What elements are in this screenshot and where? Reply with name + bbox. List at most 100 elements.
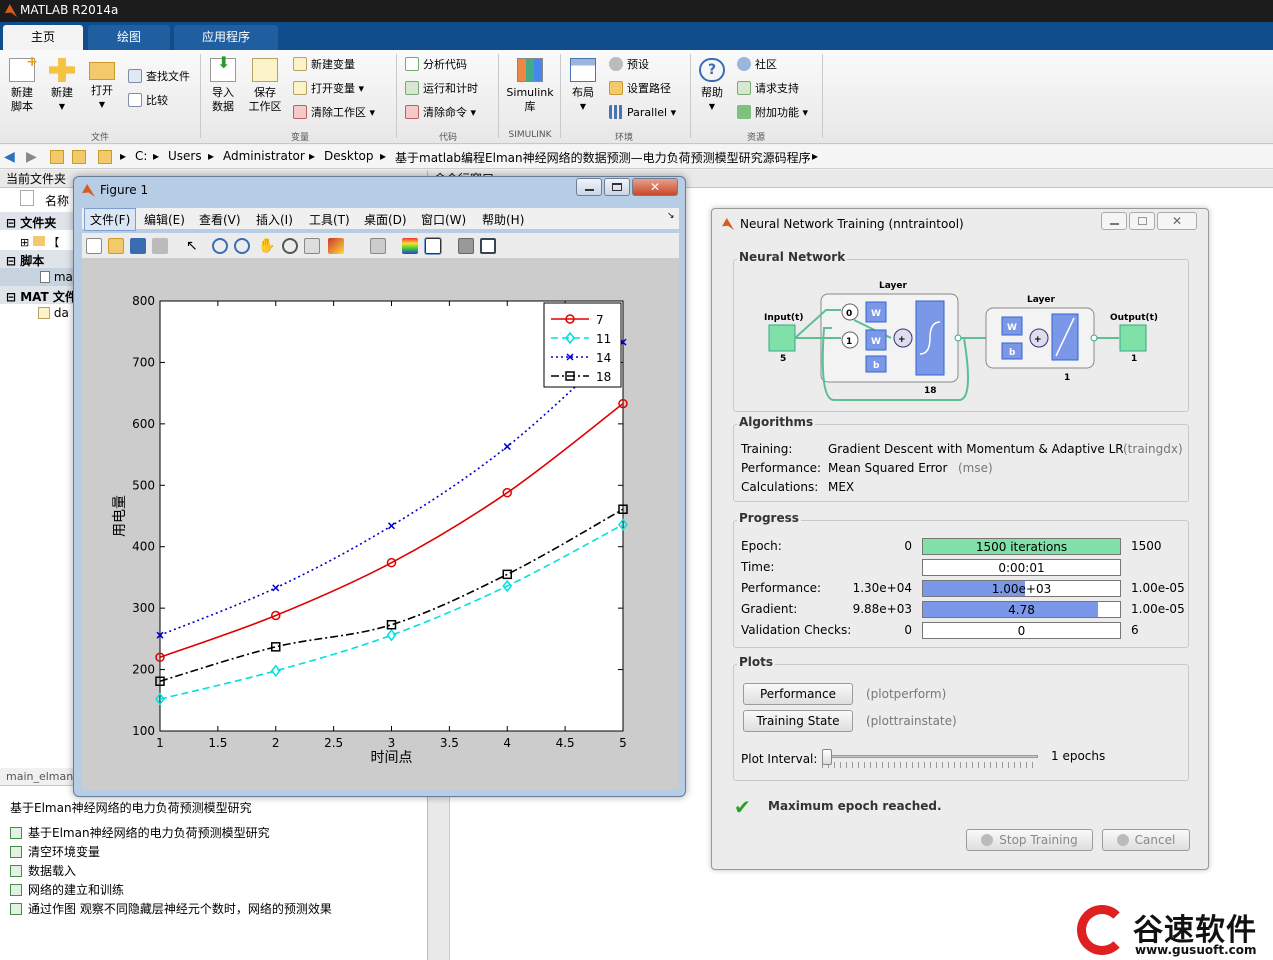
folder-item[interactable]: ⊞ 【 bbox=[20, 234, 59, 250]
menu-file[interactable]: 文件(F) bbox=[84, 208, 137, 231]
compare-button[interactable]: 比较 bbox=[128, 92, 168, 110]
cell-item[interactable]: 通过作图 观察不同隐藏层神经元个数时，网络的预测效果 bbox=[10, 900, 332, 919]
tab-apps[interactable]: 应用程序 bbox=[174, 25, 278, 50]
save-workspace-button[interactable]: 保存 工作区 bbox=[245, 56, 285, 114]
plus-icon bbox=[49, 58, 75, 82]
plot-training-state-button[interactable]: Training State bbox=[743, 710, 853, 732]
minimize-button[interactable] bbox=[576, 178, 602, 196]
import-data-button[interactable]: ⬇ 导入 数据 bbox=[203, 55, 243, 114]
menu-insert[interactable]: 插入(I) bbox=[256, 211, 293, 228]
browse-folder-icon[interactable] bbox=[72, 150, 86, 164]
menu-view[interactable]: 查看(V) bbox=[199, 211, 241, 228]
cancel-button[interactable]: Cancel bbox=[1102, 829, 1190, 851]
cell-item[interactable]: 数据载入 bbox=[10, 862, 332, 881]
simulink-button[interactable]: Simulink 库 bbox=[503, 56, 557, 114]
save-icon[interactable] bbox=[130, 238, 146, 254]
pointer-icon[interactable]: ↖ bbox=[186, 238, 202, 254]
cell-item[interactable]: 清空环境变量 bbox=[10, 843, 332, 862]
parallel-button[interactable]: Parallel ▾ bbox=[609, 104, 676, 122]
tree-node-scripts[interactable]: ⊟ 脚本 bbox=[6, 252, 44, 269]
preferences-label: 预设 bbox=[627, 58, 649, 71]
community-button[interactable]: 社区 bbox=[737, 56, 777, 74]
tree-node-folder[interactable]: ⊟ 文件夹 bbox=[6, 214, 56, 231]
pan-icon[interactable]: ✋ bbox=[258, 238, 275, 254]
hide-plot-tools-icon[interactable] bbox=[458, 238, 474, 254]
new-button[interactable]: 新建 ▼ bbox=[42, 56, 82, 114]
back-arrow-icon[interactable]: ◀ bbox=[4, 150, 18, 164]
set-path-button[interactable]: 设置路径 bbox=[609, 80, 671, 98]
forward-arrow-icon[interactable]: ▶ bbox=[26, 150, 40, 164]
new-variable-button[interactable]: 新建变量 bbox=[293, 56, 355, 74]
print-icon[interactable] bbox=[152, 238, 168, 254]
progress-label: Performance: bbox=[741, 581, 822, 595]
open-button[interactable]: 打开 ▼ bbox=[82, 56, 122, 112]
cell-item[interactable]: 网络的建立和训练 bbox=[10, 881, 332, 900]
nn-maximize-button[interactable] bbox=[1129, 212, 1155, 230]
slider-thumb[interactable] bbox=[822, 749, 832, 765]
clear-commands-label: 清除命令 bbox=[423, 106, 467, 119]
data-cursor-icon[interactable] bbox=[304, 238, 320, 254]
preferences-button[interactable]: 预设 bbox=[609, 56, 649, 74]
nn-close-button[interactable]: ✕ bbox=[1157, 212, 1197, 230]
path-segment[interactable]: 基于matlab编程Elman神经网络的数据预测—电力负荷预测模型研究源码程序 bbox=[395, 149, 811, 166]
clear-commands-button[interactable]: 清除命令 ▾ bbox=[405, 104, 476, 122]
help-button[interactable]: ? 帮助 ▼ bbox=[692, 56, 732, 114]
progress-bar: 1.00e+03 bbox=[922, 580, 1121, 597]
menu-desktop[interactable]: 桌面(D) bbox=[364, 211, 407, 228]
new-script-button[interactable]: + 新建 脚本 bbox=[2, 55, 42, 114]
path-segment[interactable]: Users bbox=[168, 149, 202, 163]
up-folder-icon[interactable] bbox=[50, 150, 64, 164]
tree-node-mat-files[interactable]: ⊟ MAT 文件 bbox=[6, 288, 77, 305]
simulink-label: Simulink 库 bbox=[506, 86, 554, 113]
nn-minimize-button[interactable] bbox=[1101, 212, 1127, 230]
run-and-time-button[interactable]: 运行和计时 bbox=[405, 80, 478, 98]
mat-file-item[interactable]: da bbox=[38, 306, 69, 320]
menu-overflow-icon[interactable]: ↘ bbox=[667, 211, 675, 221]
rotate-icon[interactable] bbox=[282, 238, 298, 254]
request-support-button[interactable]: 请求支持 bbox=[737, 80, 799, 98]
name-column-header[interactable]: 名称 bbox=[45, 192, 69, 209]
find-files-button[interactable]: 查找文件 bbox=[128, 68, 190, 86]
algo-label: Performance: bbox=[741, 461, 822, 475]
stop-training-button[interactable]: Stop Training bbox=[966, 829, 1093, 851]
layout-button[interactable]: 布局 ▼ bbox=[563, 56, 603, 114]
legend-icon[interactable] bbox=[424, 237, 442, 255]
plot-performance-button[interactable]: Performance bbox=[743, 683, 853, 705]
zoom-out-icon[interactable] bbox=[234, 238, 250, 254]
diagram-delay-1: 1 bbox=[846, 337, 852, 347]
new-label: 新建 bbox=[51, 86, 73, 99]
clear-workspace-button[interactable]: 清除工作区 ▾ bbox=[293, 104, 375, 122]
cell-list: 基于Elman神经网络的电力负荷预测模型研究 清空环境变量 数据载入 网络的建立… bbox=[10, 824, 332, 919]
group-file-label: 文件 bbox=[90, 133, 109, 143]
brush-icon[interactable] bbox=[328, 238, 344, 254]
path-segment[interactable]: Administrator bbox=[223, 149, 305, 163]
link-plot-icon[interactable] bbox=[370, 238, 386, 254]
parallel-label: Parallel bbox=[627, 106, 668, 119]
maximize-button[interactable] bbox=[604, 178, 630, 196]
path-segment[interactable]: C: bbox=[135, 149, 147, 163]
path-segment[interactable]: Desktop bbox=[324, 149, 374, 163]
analyze-code-button[interactable]: 分析代码 bbox=[405, 56, 467, 74]
menu-window[interactable]: 窗口(W) bbox=[421, 211, 466, 228]
tab-plots[interactable]: 绘图 bbox=[88, 25, 170, 50]
new-figure-icon[interactable] bbox=[86, 238, 102, 254]
cell-item[interactable]: 基于Elman神经网络的电力负荷预测模型研究 bbox=[10, 824, 332, 843]
zoom-in-icon[interactable] bbox=[212, 238, 228, 254]
menu-tools[interactable]: 工具(T) bbox=[309, 211, 350, 228]
script-file-item[interactable]: ma bbox=[40, 270, 73, 284]
menu-edit[interactable]: 编辑(E) bbox=[144, 211, 185, 228]
colorbar-icon[interactable] bbox=[402, 238, 418, 254]
progress-section-title: Progress bbox=[737, 511, 801, 525]
menu-help[interactable]: 帮助(H) bbox=[482, 211, 524, 228]
line-chart[interactable]: 1 1.5 2 2.5 3 3.5 4 4.5 5 100 200 300 400 500 600 700 80… bbox=[82, 260, 679, 790]
open-variable-button[interactable]: 打开变量 ▾ bbox=[293, 80, 364, 98]
compare-icon bbox=[128, 93, 142, 107]
new-script-label: 新建 脚本 bbox=[11, 86, 33, 113]
diagram-sum1: + bbox=[898, 335, 906, 345]
open-file-icon[interactable] bbox=[108, 238, 124, 254]
plot-interval-slider[interactable] bbox=[822, 749, 1038, 769]
close-button[interactable]: ✕ bbox=[632, 178, 678, 196]
show-plot-tools-icon[interactable] bbox=[480, 238, 496, 254]
addons-button[interactable]: 附加功能 ▾ bbox=[737, 104, 808, 122]
tab-home[interactable]: 主页 bbox=[3, 25, 83, 50]
